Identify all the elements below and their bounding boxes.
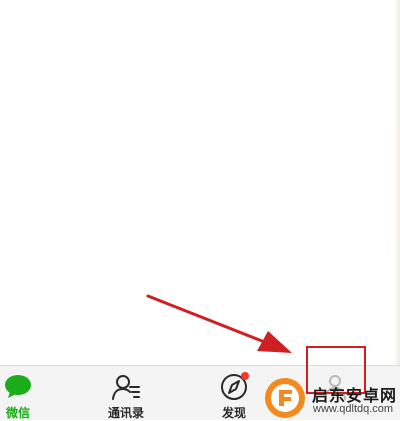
new-badge-dot — [241, 372, 249, 380]
tab-chats-label: 微信 — [5, 406, 30, 420]
contacts-icon — [111, 373, 141, 401]
compass-icon — [219, 372, 249, 401]
watermark-url: www.qdltdq.com — [313, 403, 394, 415]
tab-contacts[interactable]: 通讯录 — [91, 366, 161, 421]
tab-contacts-label: 通讯录 — [107, 406, 144, 420]
chat-list-area — [0, 0, 400, 365]
watermark-logo-icon — [265, 378, 305, 418]
watermark: 启东安卓网 www.qdltdq.com — [262, 376, 400, 420]
tab-chats[interactable]: 微信 — [0, 366, 53, 421]
tab-discover[interactable]: 发现 — [199, 366, 269, 421]
window-edge — [394, 0, 400, 365]
tab-discover-label: 发现 — [221, 406, 246, 420]
chat-bubble-icon — [3, 373, 33, 401]
